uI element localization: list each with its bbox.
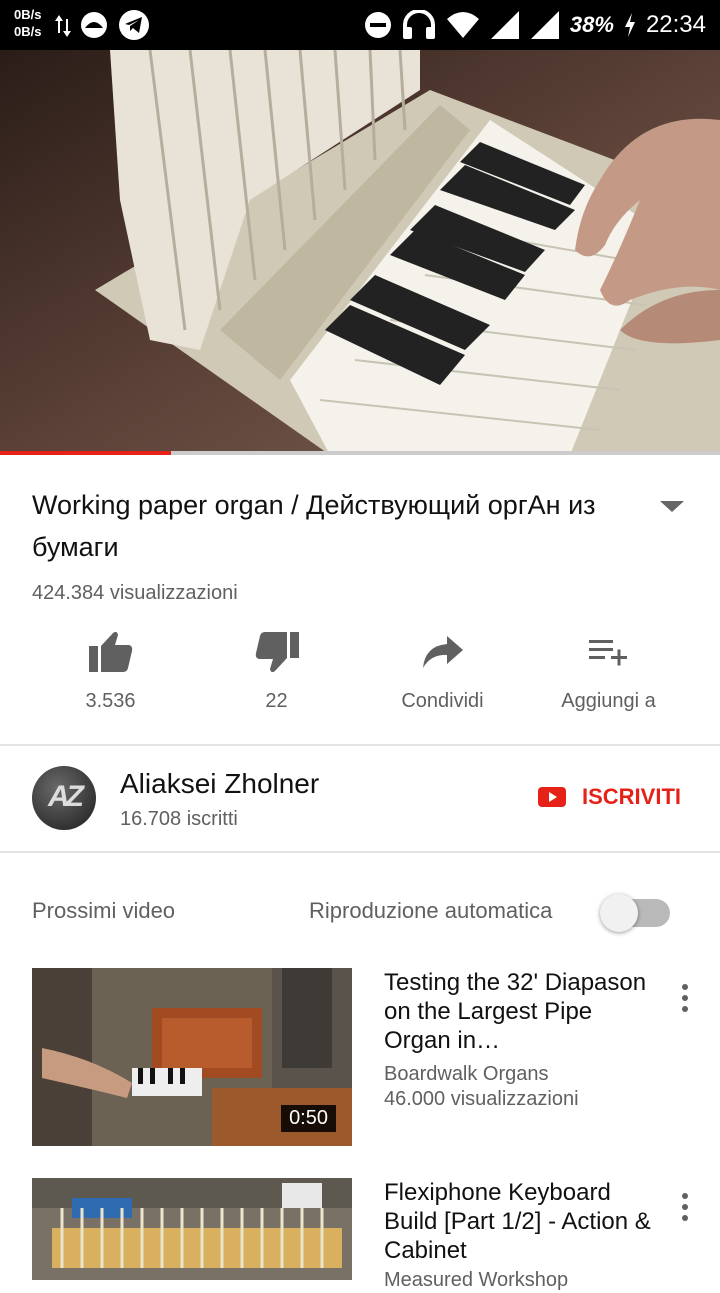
subscriber-count: 16.708 iscritti [120,808,238,830]
dislike-button[interactable]: 22 [194,630,359,713]
channel-name[interactable]: Aliaksei Zholner [120,768,319,800]
add-to-label: Aggiungi a [561,690,656,712]
data-transfer-icon [55,15,71,37]
signal-icon [490,11,519,39]
video-title: Working paper organ / Действующий оргАн … [32,490,596,562]
battery-percent: 38% [569,12,614,37]
video-title[interactable]: Testing the 32' Diapason on the Largest … [384,968,652,1055]
share-label: Condividi [401,690,484,712]
autoplay-toggle-knob[interactable] [600,894,638,932]
video-player[interactable] [0,50,720,455]
expand-description-icon[interactable] [658,498,686,514]
autoplay-label: Riproduzione automatica [309,898,553,923]
subscribe-button[interactable]: ISCRIVITI [538,784,681,810]
share-icon [422,636,463,668]
progress-played [0,451,171,455]
like-count: 3.536 [85,690,136,712]
do-not-disturb-icon [364,12,391,38]
video-thumbnail[interactable]: 0:50 [32,968,352,1146]
status-right: 38% 22:34 [364,0,706,50]
like-button[interactable]: 3.536 [28,630,193,713]
youtube-play-icon [538,787,566,807]
sync-app-icon [81,12,107,38]
thumb-up-icon [88,631,132,672]
video-views: 46.000 visualizzazioni [384,1088,579,1110]
thumbnail-image [32,1178,352,1280]
avatar-initials: AZ [48,780,84,813]
video-title[interactable]: Flexiphone Keyboard Build [Part 1/2] - A… [384,1178,652,1265]
clock: 22:34 [645,11,706,38]
status-bar: 0B/s 0B/s 38% 22:34 [0,0,720,50]
divider [0,744,720,746]
net-up: 0B/s [14,7,42,22]
video-channel: Boardwalk Organs [384,1063,549,1085]
net-down: 0B/s [14,24,42,39]
add-to-button[interactable]: Aggiungi a [526,630,691,713]
share-button[interactable]: Condividi [360,630,525,713]
thumb-down-icon [255,632,299,673]
video-thumbnail[interactable] [32,1178,352,1280]
dislike-count: 22 [265,690,288,712]
charging-icon [624,13,635,37]
video-duration: 0:50 [281,1105,336,1132]
divider [0,851,720,853]
more-options-icon[interactable] [678,1192,692,1222]
network-speed: 0B/s 0B/s [14,6,41,40]
video-channel: Measured Workshop [384,1269,569,1291]
subscribe-label: ISCRIVITI [582,784,682,809]
wifi-icon [446,12,479,38]
signal-icon-2 [530,11,559,39]
playlist-add-icon [588,640,627,666]
up-next-title: Prossimi video [32,898,176,923]
progress-bar[interactable] [0,451,720,455]
view-count: 424.384 visualizzazioni [32,582,238,604]
channel-avatar[interactable]: AZ [32,766,96,830]
headphones-icon [402,10,435,39]
telegram-icon [119,10,149,40]
video-frame [0,50,720,455]
more-options-icon[interactable] [678,983,692,1013]
